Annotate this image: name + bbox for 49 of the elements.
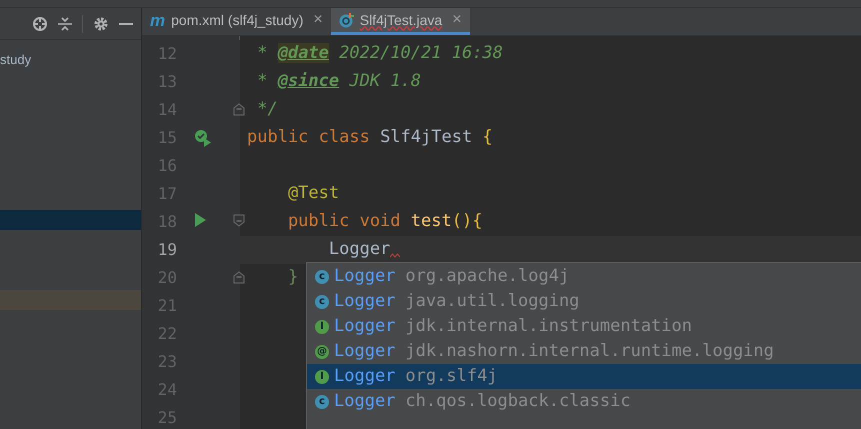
code-line: } (286, 266, 298, 290)
settings-icon[interactable] (93, 16, 109, 32)
editor-tab[interactable]: Slf4jTest.java × (330, 8, 470, 35)
run-icon[interactable] (194, 213, 206, 227)
completion-name: Logger (334, 390, 396, 413)
run-test-icon[interactable] (194, 129, 212, 147)
completion-package: jdk.internal.instrumentation (405, 314, 692, 338)
line-number: 19 (156, 239, 177, 261)
completion-item[interactable]: c Logger ch.qos.logback.classic (307, 389, 861, 414)
item-kind-icon: @ (315, 344, 329, 358)
code-line: */ (256, 98, 278, 122)
item-kind-icon: c (315, 394, 329, 408)
completion-package: org.slf4j (405, 364, 498, 388)
code-line: public void test(){ (286, 210, 482, 234)
completion-package: jdk.nashorn.internal.runtime.logging (405, 340, 774, 363)
code-line: @Test (286, 182, 340, 206)
completion-package: org.apache.log4j (405, 264, 570, 288)
completion-name: Logger (334, 314, 396, 338)
fold-marker-icon[interactable] (233, 102, 245, 116)
code-line: Logger (328, 238, 390, 262)
item-kind-icon: I (315, 370, 329, 384)
code-line: * @since JDK 1.8 (256, 70, 422, 94)
code-line: public class Slf4jTest { (246, 126, 493, 150)
item-kind-icon: c (315, 270, 329, 284)
code-line: * @date 2022/10/21 16:38 (256, 42, 503, 66)
item-kind-icon: c (315, 294, 329, 308)
collapse-icon[interactable] (58, 16, 72, 32)
completion-package: ch.qos.logback.classic (405, 390, 631, 413)
fold-marker-icon[interactable] (233, 270, 245, 284)
completion-package: java.util.logging (405, 290, 580, 313)
completion-name: Logger (334, 264, 396, 288)
tree-label: study (0, 51, 32, 70)
completion-item[interactable]: I Logger jdk.internal.instrumentation (307, 314, 861, 339)
maven-icon: m (150, 12, 166, 28)
fold-marker-icon[interactable] (233, 214, 245, 228)
completion-name: Logger (334, 340, 396, 363)
completion-item[interactable]: c Logger java.util.logging (307, 289, 861, 314)
completion-item[interactable]: @ Logger jdk.nashorn.internal.runtime.logging (307, 339, 861, 364)
completion-item[interactable]: I Logger org.slf4j (307, 364, 861, 389)
close-icon[interactable]: × (313, 8, 323, 32)
item-kind-icon: I (315, 320, 329, 334)
editor-tab[interactable]: m pom.xml (slf4j_study) × (142, 8, 331, 35)
completion-name: Logger (334, 364, 396, 388)
close-icon[interactable]: × (452, 8, 462, 32)
minimize-icon[interactable] (119, 22, 133, 26)
class-file-icon (338, 12, 354, 28)
locate-icon[interactable] (32, 16, 48, 32)
completion-item[interactable]: c Logger org.apache.log4j (307, 264, 861, 289)
completion-name: Logger (334, 290, 396, 313)
